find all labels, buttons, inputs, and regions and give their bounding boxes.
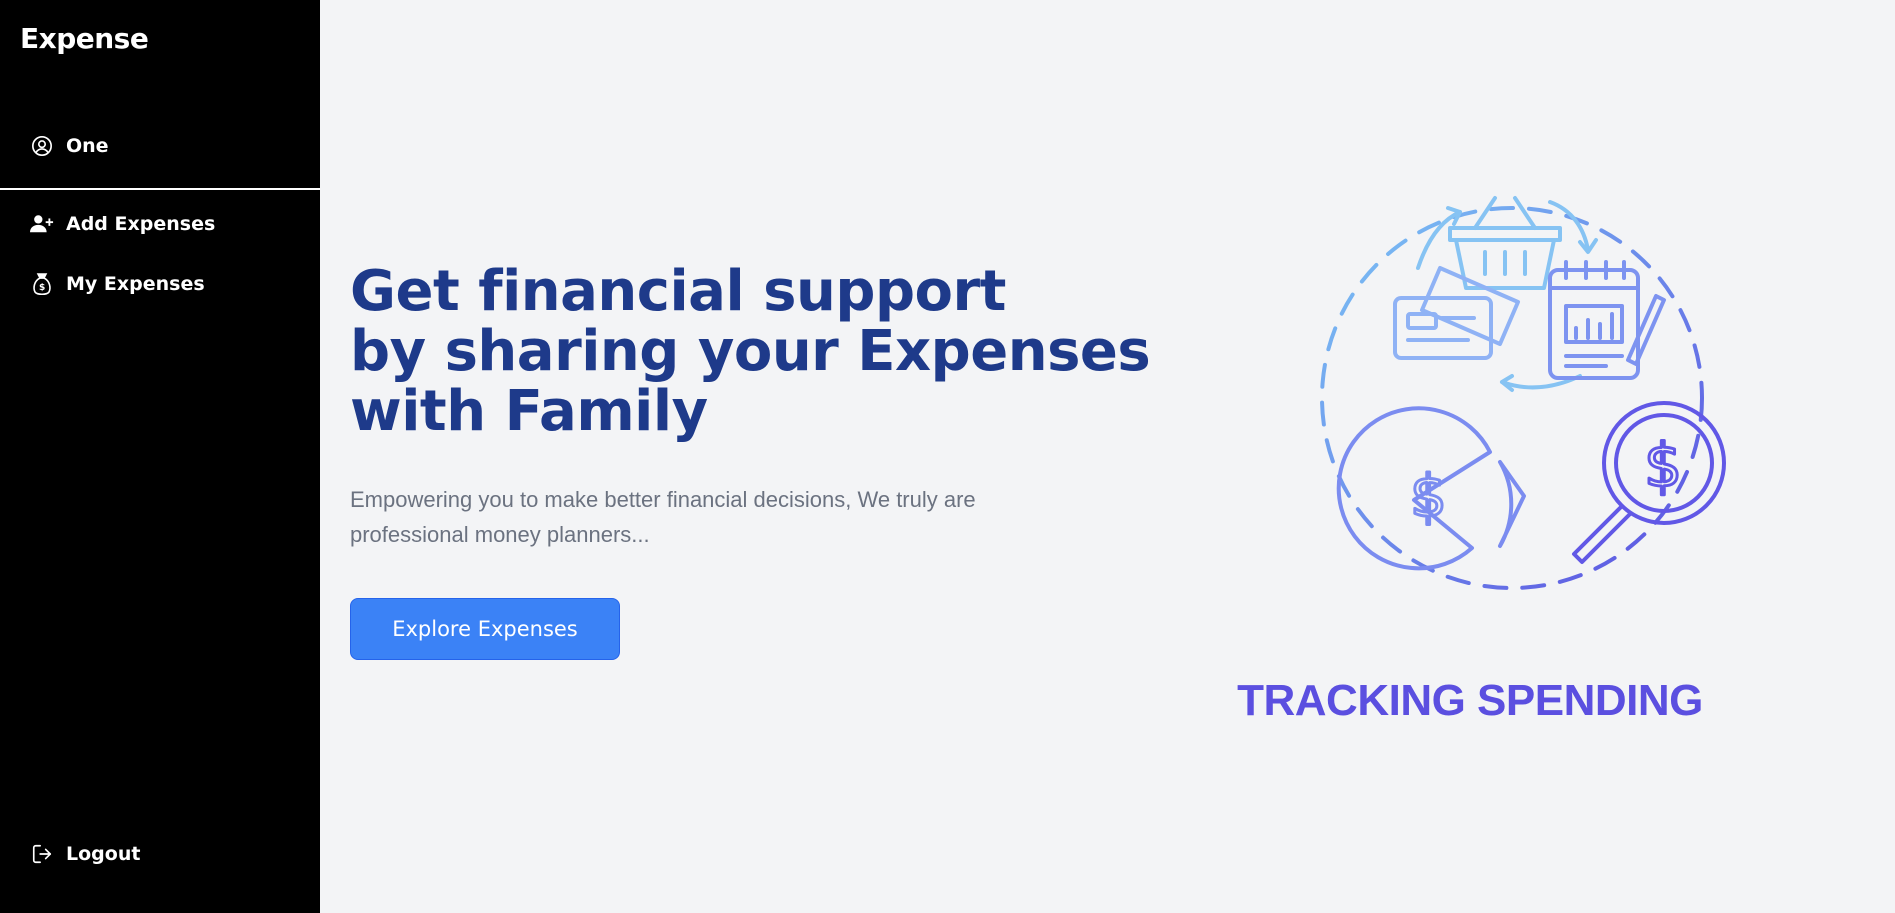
sidebar-item-label: Add Expenses xyxy=(66,213,216,235)
sidebar-divider xyxy=(0,188,320,190)
pie-dollar-icon: $ xyxy=(1336,406,1526,571)
money-bag-icon: $ xyxy=(30,272,54,296)
hero-headline-line: by sharing your Expenses xyxy=(350,319,1151,384)
svg-text:$: $ xyxy=(1644,431,1682,501)
hero-headline-line: Get financial support xyxy=(350,259,1006,324)
hero-subtext: Empowering you to make better financial … xyxy=(350,482,1050,552)
hero-headline: Get financial support by sharing your Ex… xyxy=(350,259,1151,444)
sidebar-item-my-expenses[interactable]: $ My Expenses xyxy=(30,272,205,296)
dashed-circle-icon xyxy=(1320,206,1704,590)
hero-subtext-line: professional money planners... xyxy=(350,522,650,547)
logout-icon xyxy=(30,842,54,866)
user-circle-icon xyxy=(30,134,54,158)
credit-cards-icon xyxy=(1393,266,1520,360)
sidebar: Expense One Add Expenses $ My Expenses L… xyxy=(0,0,320,913)
hero-subtext-line: Empowering you to make better financial … xyxy=(350,487,976,512)
tracking-spending-illustration: $ $ xyxy=(1250,180,1770,620)
magnifier-dollar-icon: $ xyxy=(1572,401,1726,564)
logout-label: Logout xyxy=(66,843,141,865)
calendar-chart-icon xyxy=(1548,260,1666,380)
logout-button[interactable]: Logout xyxy=(30,842,140,866)
svg-text:$: $ xyxy=(1410,462,1447,530)
explore-expenses-button[interactable]: Explore Expenses xyxy=(350,598,620,660)
add-user-icon xyxy=(30,212,54,236)
svg-text:$: $ xyxy=(39,283,45,293)
sidebar-item-one[interactable]: One xyxy=(30,134,109,158)
hero-headline-line: with Family xyxy=(350,379,708,444)
brand-logo[interactable]: Expense xyxy=(20,22,149,55)
main-content: Get financial support by sharing your Ex… xyxy=(320,0,1895,913)
sidebar-item-add-expenses[interactable]: Add Expenses xyxy=(30,212,215,236)
illustration-caption: TRACKING SPENDING xyxy=(1237,676,1703,725)
sidebar-item-label: One xyxy=(66,135,109,157)
sidebar-item-label: My Expenses xyxy=(66,273,205,295)
